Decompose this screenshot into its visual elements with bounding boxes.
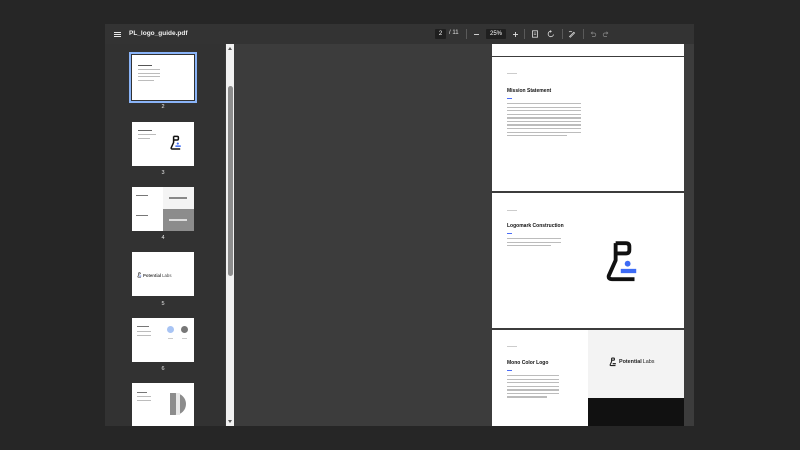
logo-text: Labs <box>642 359 655 365</box>
plus-icon[interactable] <box>509 28 521 40</box>
scrollbar-thumb[interactable] <box>227 86 233 276</box>
pdf-page-3: Logomark Construction <box>492 193 684 328</box>
page-title: Mission Statement <box>507 88 552 94</box>
logomark-icon <box>606 241 637 282</box>
logomark-icon <box>609 357 616 367</box>
scroll-up-arrow[interactable] <box>228 47 232 50</box>
pdf-viewer: PL_logo_guide.pdf 2 / 11 25% 2 3 4 Poten… <box>105 24 694 426</box>
page-title: Mono Color Logo <box>507 360 549 366</box>
minus-icon[interactable] <box>470 28 482 40</box>
thumbnail-label: 3 <box>161 170 165 176</box>
redo-icon[interactable] <box>600 28 612 40</box>
thumbnail-page-3[interactable] <box>132 122 194 166</box>
menu-icon[interactable] <box>111 28 123 40</box>
toolbar: PL_logo_guide.pdf 2 / 11 25% <box>105 24 694 44</box>
toolbar-divider <box>583 29 584 39</box>
toolbar-divider <box>466 29 467 39</box>
logo-text-bold: Potential <box>143 272 162 278</box>
logo-panel-dark <box>588 398 684 426</box>
body-text <box>507 103 581 139</box>
toolbar-divider <box>562 29 563 39</box>
pdf-page-1 <box>492 44 684 56</box>
thumbnail-label: 6 <box>161 366 165 372</box>
scroll-down-arrow[interactable] <box>228 420 232 423</box>
zoom-input[interactable]: 25% <box>486 29 506 39</box>
page-number-input[interactable]: 2 <box>435 29 446 39</box>
potential-labs-logo: Potential Labs <box>137 272 191 278</box>
page-total: / 11 <box>449 30 459 36</box>
thumbnail-page-2[interactable] <box>129 52 197 103</box>
document-area[interactable]: Mission Statement Logomark Construction <box>234 44 694 426</box>
logomark-icon <box>170 135 181 150</box>
rotate-icon[interactable] <box>545 28 557 40</box>
thumbnail-label: 5 <box>161 301 165 307</box>
sidebar-scrollbar[interactable] <box>226 44 234 426</box>
logo-text: Labs <box>162 272 172 278</box>
pdf-page-4: Mono Color Logo Potential Labs <box>492 330 684 426</box>
toolbar-divider <box>524 29 525 39</box>
fit-to-page-icon[interactable] <box>529 28 541 40</box>
body-text <box>507 238 561 249</box>
thumbnail-page-6[interactable] <box>132 318 194 362</box>
thumbnail-page-7[interactable] <box>132 383 194 426</box>
thumbnail-label: 4 <box>161 235 165 241</box>
pdf-page-2: Mission Statement <box>492 57 684 191</box>
potential-labs-logo: Potential Labs <box>609 357 654 367</box>
file-name: PL_logo_guide.pdf <box>129 30 188 37</box>
page-title: Logomark Construction <box>507 223 564 229</box>
thumbnail-sidebar: 2 3 4 Potential Labs 5 6 <box>105 44 225 426</box>
thumbnail-page-4[interactable] <box>132 187 194 231</box>
logomark-icon <box>137 272 142 278</box>
thumbnail-label: 2 <box>161 104 165 110</box>
undo-icon[interactable] <box>587 28 599 40</box>
logo-panel-light: Potential Labs <box>588 330 684 398</box>
draw-icon[interactable] <box>566 28 578 40</box>
logo-text-bold: Potential <box>619 359 642 365</box>
thumbnail-page-5[interactable]: Potential Labs <box>132 252 194 296</box>
body-text <box>507 375 559 400</box>
